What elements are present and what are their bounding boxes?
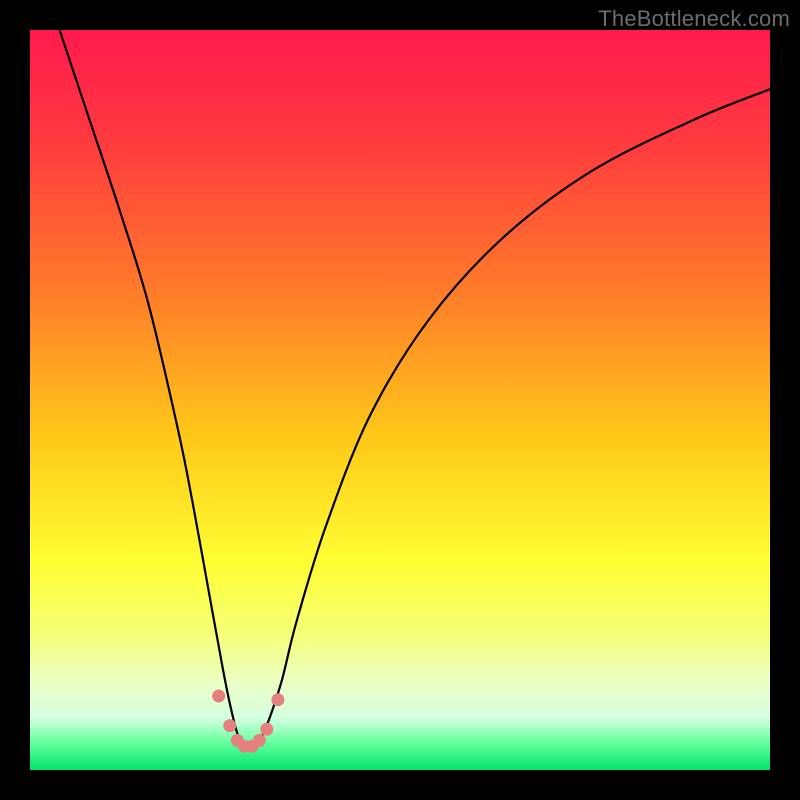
watermark-text: TheBottleneck.com <box>598 6 790 32</box>
marker-point <box>271 693 284 706</box>
marker-group <box>212 690 284 753</box>
marker-point <box>223 719 236 732</box>
bottleneck-curve <box>60 30 770 749</box>
chart-frame <box>30 30 770 770</box>
marker-point <box>212 690 225 703</box>
marker-point <box>260 723 273 736</box>
marker-point <box>253 734 266 747</box>
chart-plot <box>30 30 770 770</box>
